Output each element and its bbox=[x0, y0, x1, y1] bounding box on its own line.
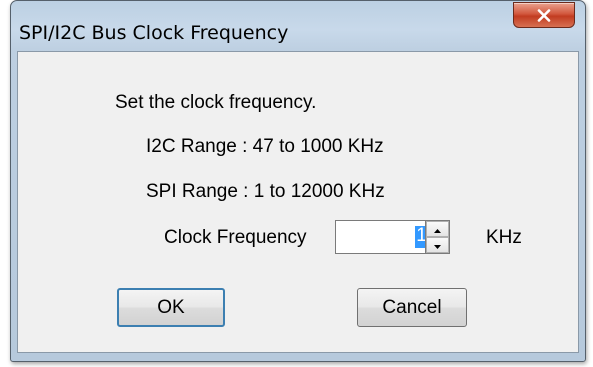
title-bar[interactable]: SPI/I2C Bus Clock Frequency bbox=[11, 1, 585, 51]
instruction-text: Set the clock frequency. bbox=[115, 92, 317, 113]
clock-frequency-field[interactable]: 100 bbox=[335, 220, 450, 254]
clock-frequency-spinner[interactable] bbox=[425, 221, 450, 253]
cancel-button[interactable]: Cancel bbox=[357, 288, 467, 327]
spin-down-button[interactable] bbox=[426, 237, 449, 253]
spin-up-button[interactable] bbox=[426, 221, 449, 237]
dialog-window: SPI/I2C Bus Clock Frequency Set the cloc… bbox=[10, 0, 586, 362]
close-button[interactable] bbox=[513, 2, 575, 28]
clock-frequency-label: Clock Frequency bbox=[164, 227, 307, 248]
window-title: SPI/I2C Bus Clock Frequency bbox=[19, 22, 289, 44]
unit-label: KHz bbox=[486, 227, 522, 248]
dialog-client-area: Set the clock frequency. I2C Range : 47 … bbox=[17, 51, 579, 353]
spi-range-text: SPI Range : 1 to 12000 KHz bbox=[146, 181, 385, 202]
close-icon bbox=[537, 8, 551, 22]
i2c-range-text: I2C Range : 47 to 1000 KHz bbox=[146, 136, 384, 157]
arrow-down-icon bbox=[434, 236, 441, 254]
ok-button[interactable]: OK bbox=[117, 288, 225, 327]
